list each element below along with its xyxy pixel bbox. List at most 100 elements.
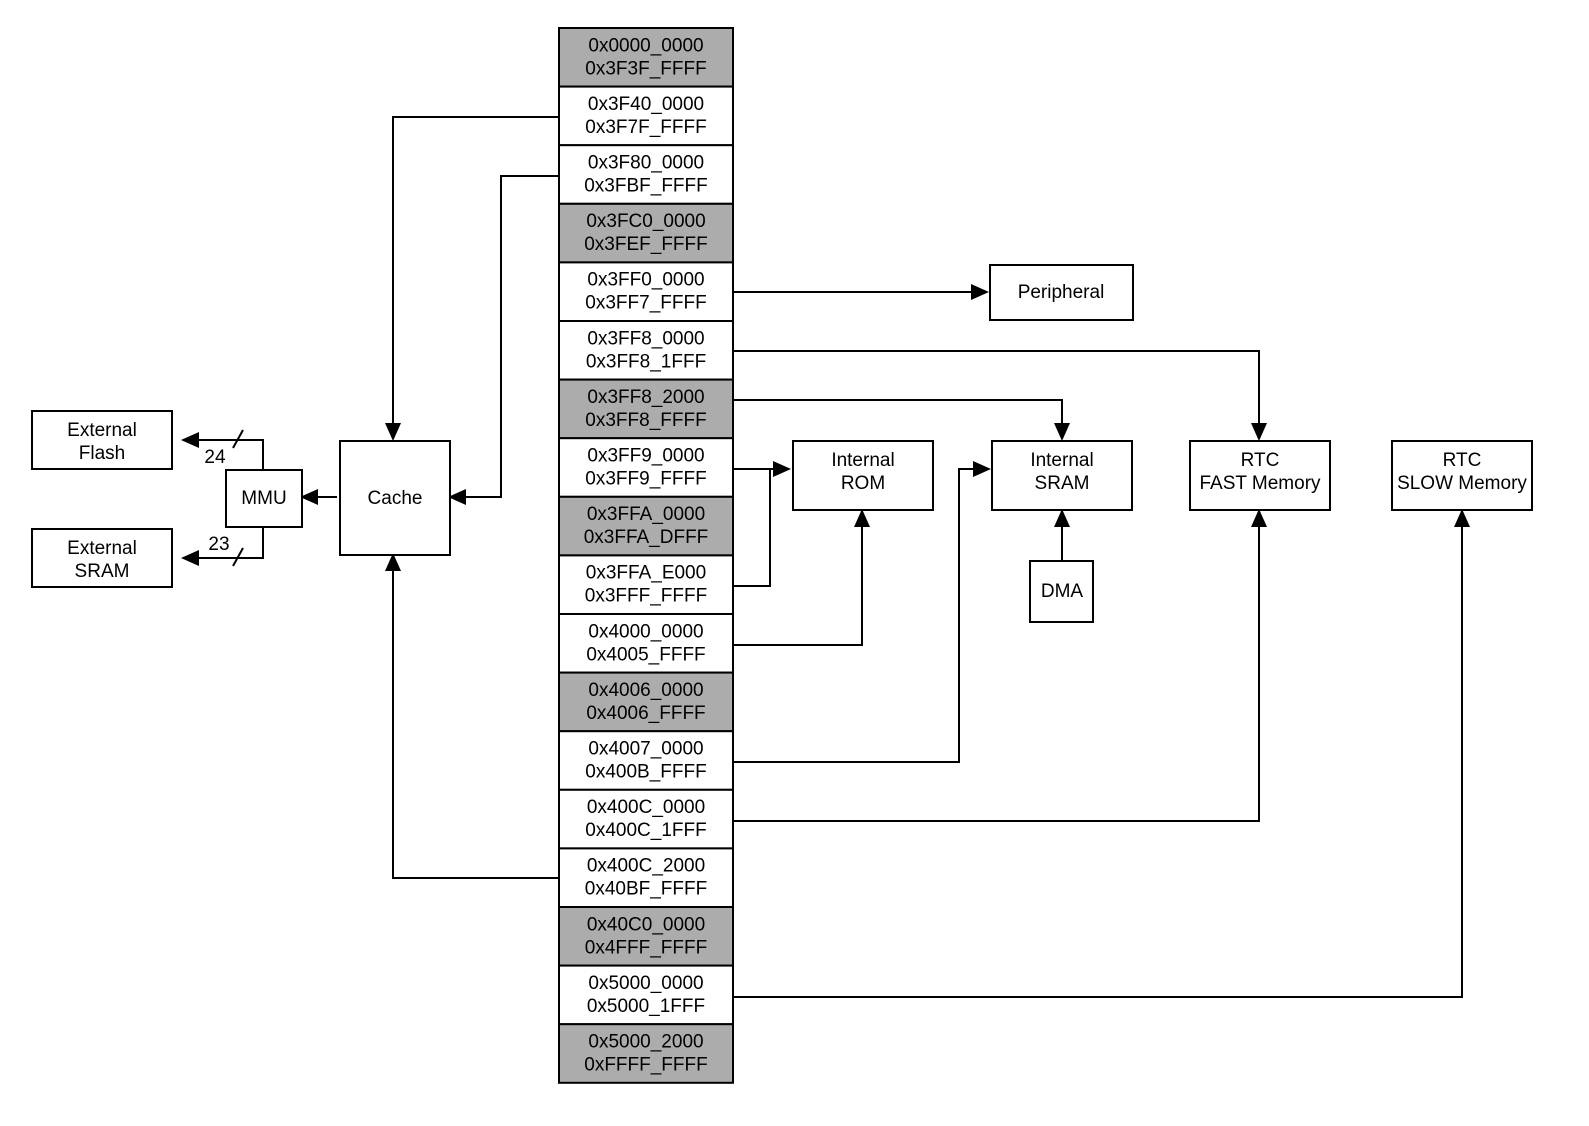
address-block[interactable]: 0x3F40_00000x3F7F_FFFF [558,85,734,147]
address-block[interactable]: 0x3FF9_00000x3FF9_FFFF [558,437,734,498]
address-block[interactable]: 0x400C_20000x40BF_FFFF [558,847,734,909]
external-flash-label-line2: Flash [79,443,125,464]
address-block[interactable]: 0x3FFA_E0000x3FFF_FFFF [558,554,734,616]
external-flash-label-line1: External [67,420,137,441]
address-block-end: 0x3FF8_1FFF [586,351,706,372]
dma-box[interactable]: DMA [1029,560,1094,623]
rtc-fast-memory-label-line2: FAST Memory [1199,473,1321,494]
address-block-end: 0x5000_1FFF [587,996,705,1017]
connector-50000000-to-rtc-slow [733,511,1463,998]
address-block-start: 0x3F40_0000 [588,94,704,115]
address-block-end: 0x3F7F_FFFF [585,117,706,138]
address-block[interactable]: 0x4007_00000x400B_FFFF [558,730,734,791]
connector-3ff82000-to-internal-sram [733,399,1063,439]
arrowhead-rtc-fast-bottom [1251,509,1267,527]
flash-bus-width-label: 24 [204,447,226,468]
external-flash-box[interactable]: External Flash [31,410,173,470]
address-block-end: 0x4006_FFFF [586,703,705,724]
address-block-end: 0x3FF7_FFFF [585,293,706,314]
connector-layer [183,116,1463,998]
address-block-start: 0x3FC0_0000 [586,211,705,232]
address-block[interactable]: 0x3FF8_00000x3FF8_1FFF [558,320,734,381]
address-block-end: 0x3FFA_DFFF [584,527,709,548]
address-block[interactable]: 0x3FC0_00000x3FEF_FFFF [558,202,734,264]
node-layer: External Flash External SRAM MMU Cache P… [31,264,1533,623]
cache-box[interactable]: Cache [339,440,451,556]
connector-400c2000-to-cache [392,555,559,879]
external-sram-label-line1: External [67,538,137,559]
address-block-start: 0x400C_2000 [587,856,705,877]
connector-3f80-to-cache [450,175,559,498]
address-block[interactable]: 0x3FF0_00000x3FF7_FFFF [558,261,734,322]
address-block-start: 0x400C_0000 [587,797,705,818]
address-block[interactable]: 0x5000_20000xFFFF_FFFF [558,1023,734,1084]
address-block-end: 0xFFFF_FFFF [584,1055,707,1076]
address-block[interactable]: 0x4000_00000x4005_FFFF [558,613,734,674]
rtc-slow-memory-label-line2: SLOW Memory [1397,473,1527,494]
address-block-end: 0x40BF_FFFF [585,879,707,900]
address-block-start: 0x0000_0000 [588,35,703,56]
address-block-start: 0x4007_0000 [588,739,703,760]
arrowhead-external-flash [181,432,199,448]
arrowhead-cache-top [385,423,401,441]
arrowhead-internal-rom-bottom [854,509,870,527]
address-block-start: 0x3FF0_0000 [587,270,704,291]
address-block-start: 0x5000_0000 [588,973,703,994]
arrowhead-peripheral [971,284,989,300]
address-block[interactable]: 0x0000_00000x3F3F_FFFF [558,27,734,88]
arrowhead-internal-rom-left [773,461,791,477]
dma-label: DMA [1041,581,1084,602]
peripheral-box[interactable]: Peripheral [989,264,1134,321]
address-block-start: 0x3F80_0000 [588,153,704,174]
address-block[interactable]: 0x3FF8_20000x3FF8_FFFF [558,378,734,440]
internal-rom-box[interactable]: Internal ROM [792,440,934,511]
peripheral-label: Peripheral [1018,282,1105,303]
address-block[interactable]: 0x400C_00000x400C_1FFF [558,788,734,850]
address-block-start: 0x40C0_0000 [587,914,705,935]
address-block[interactable]: 0x4006_00000x4006_FFFF [558,671,734,733]
address-block-start: 0x5000_2000 [588,1032,703,1053]
rtc-fast-memory-label-line1: RTC [1241,450,1280,471]
address-block-start: 0x3FF8_0000 [587,328,704,349]
address-block-end: 0x3F3F_FFFF [585,58,706,79]
address-block[interactable]: 0x5000_00000x5000_1FFF [558,964,734,1026]
connector-3ffae000-to-internal-rom [733,469,771,587]
address-block-start: 0x3FFA_0000 [587,504,705,525]
address-block-end: 0x400B_FFFF [585,762,706,783]
connector-3ff80000-to-rtc-fast [733,350,1260,439]
address-block-end: 0x400C_1FFF [585,820,706,841]
address-block-end: 0x3FFF_FFFF [585,586,707,607]
external-sram-label-line2: SRAM [75,561,130,582]
address-block[interactable]: 0x3F80_00000x3FBF_FFFF [558,144,734,205]
rtc-slow-memory-box[interactable]: RTC SLOW Memory [1391,440,1533,511]
arrowhead-rtc-fast-top [1251,423,1267,441]
sram-bus-width-label: 23 [208,534,229,555]
internal-rom-label-line2: ROM [841,473,885,494]
arrowhead-internal-sram-top [1054,423,1070,441]
cache-label: Cache [368,488,423,509]
internal-sram-label-line2: SRAM [1035,473,1090,494]
address-block-end: 0x4FFF_FFFF [585,937,707,958]
internal-sram-box[interactable]: Internal SRAM [991,440,1133,511]
memory-map-diagram: 0x0000_00000x3F3F_FFFF0x3F40_00000x3F7F_… [31,27,1533,1084]
arrowhead-rtc-slow-bottom [1454,509,1470,527]
address-block-end: 0x4005_FFFF [586,644,705,665]
mmu-box[interactable]: MMU [225,469,303,528]
connector-400c0000-to-rtc-fast [733,511,1260,822]
arrowhead-internal-sram-left [973,461,991,477]
address-block[interactable]: 0x40C0_00000x4FFF_FFFF [558,906,734,967]
address-block-start: 0x3FFA_E000 [586,563,706,584]
address-block-start: 0x3FF8_2000 [587,387,704,408]
address-block-end: 0x3FF8_FFFF [585,410,706,431]
arrowhead-internal-sram-bottom [1054,509,1070,527]
mmu-label: MMU [241,488,286,509]
address-space-column: 0x0000_00000x3F3F_FFFF0x3F40_00000x3F7F_… [558,27,734,1084]
address-block[interactable]: 0x3FFA_00000x3FFA_DFFF [558,495,734,557]
address-block-start: 0x3FF9_0000 [587,446,704,467]
rtc-fast-memory-box[interactable]: RTC FAST Memory [1189,440,1331,511]
external-sram-box[interactable]: External SRAM [31,528,173,588]
internal-rom-label-line1: Internal [831,450,894,471]
address-block-end: 0x3FF9_FFFF [585,469,706,490]
address-block-start: 0x4000_0000 [588,621,703,642]
address-block-end: 0x3FBF_FFFF [584,176,708,197]
